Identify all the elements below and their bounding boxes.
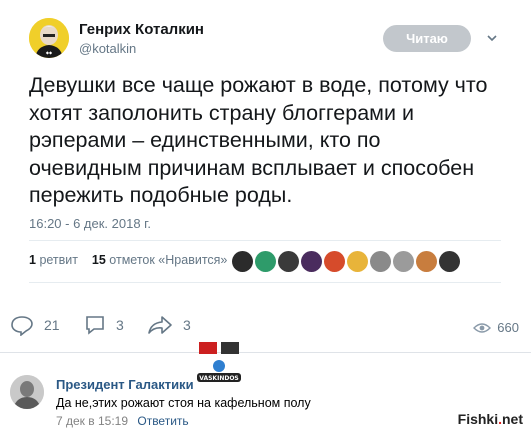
site-logo: VASKINDOS [197, 342, 241, 382]
comment-text: Да не,этих рожают стоя на кафельном полу [56, 396, 311, 410]
likers-avatars [232, 251, 460, 272]
logo-text: VASKINDOS [199, 375, 239, 382]
liker-avatar[interactable] [370, 251, 391, 272]
watermark-part: net [502, 411, 523, 427]
likes-label[interactable]: отметок «Нравится» [109, 253, 227, 267]
retweets-label[interactable]: ретвит [39, 253, 78, 267]
author-handle[interactable]: @kotalkin [79, 41, 136, 56]
divider [29, 282, 501, 283]
share-count: 3 [183, 317, 191, 333]
liker-avatar[interactable] [232, 251, 253, 272]
liker-avatar[interactable] [439, 251, 460, 272]
reply-count: 21 [44, 317, 60, 333]
eye-icon [473, 322, 492, 333]
commenter-avatar[interactable] [10, 375, 44, 409]
tweet-actions: 21 3 3 [0, 314, 531, 344]
svg-text:◆◆: ◆◆ [46, 50, 53, 55]
share-action[interactable]: 3 [147, 314, 191, 336]
divider [29, 240, 501, 241]
author-avatar[interactable]: ◆◆ [29, 18, 69, 58]
likes-count[interactable]: 15 [92, 253, 106, 267]
share-icon [148, 316, 172, 334]
reply-icon [11, 316, 33, 336]
tweet-stats: 1 ретвит 15 отметок «Нравится» [29, 253, 227, 267]
views-counter: 660 [473, 320, 519, 335]
separator [0, 352, 531, 353]
comment-count: 3 [116, 317, 124, 333]
author-name[interactable]: Генрих Коталкин [79, 21, 204, 38]
tweet-card: ◆◆ Генрих Коталкин @kotalkin Читаю Девуш… [0, 0, 531, 300]
liker-avatar[interactable] [301, 251, 322, 272]
retweets-count[interactable]: 1 [29, 253, 36, 267]
liker-avatar[interactable] [393, 251, 414, 272]
tweet-text: Девушки все чаще рожают в воде, потому ч… [29, 73, 488, 207]
reply-action[interactable]: 21 [10, 314, 60, 336]
liker-avatar[interactable] [347, 251, 368, 272]
liker-avatar[interactable] [255, 251, 276, 272]
commenter-name[interactable]: Президент Галактики [56, 377, 194, 392]
comment-icon [86, 316, 104, 335]
reply-link[interactable]: Ответить [137, 414, 188, 428]
chevron-down-icon[interactable] [485, 31, 499, 45]
following-button[interactable]: Читаю [383, 25, 471, 52]
watermark-part: Fishki [457, 411, 499, 427]
views-count: 660 [497, 320, 519, 335]
watermark: Fishki.net [458, 411, 523, 427]
liker-avatar[interactable] [278, 251, 299, 272]
liker-avatar[interactable] [416, 251, 437, 272]
comment-date[interactable]: 7 дек в 15:19 [56, 414, 128, 428]
comment-action[interactable]: 3 [84, 314, 124, 336]
comment-meta: 7 дек в 15:19 Ответить [56, 414, 189, 428]
liker-avatar[interactable] [324, 251, 345, 272]
tweet-timestamp[interactable]: 16:20 - 6 дек. 2018 г. [29, 216, 151, 231]
